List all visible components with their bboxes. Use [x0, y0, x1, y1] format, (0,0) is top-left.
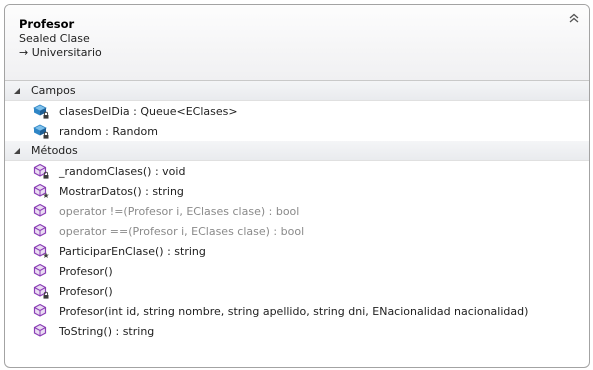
section-header-fields[interactable]: Campos	[5, 81, 589, 101]
member-label: Profesor()	[59, 284, 113, 298]
base-class: → Universitario	[19, 46, 102, 59]
member-label: ToString() : string	[59, 324, 155, 338]
list-item[interactable]: MostrarDatos() : string	[5, 181, 589, 201]
list-item[interactable]: ParticiparEnClase() : string	[5, 241, 589, 261]
list-item[interactable]: Profesor()	[5, 281, 589, 301]
list-item[interactable]: operator ==(Profesor i, EClases clase) :…	[5, 221, 589, 241]
private-field-icon	[33, 123, 49, 139]
class-name: Profesor	[19, 17, 75, 31]
member-label: _randomClases() : void	[59, 164, 186, 178]
public-method-icon	[33, 263, 49, 279]
list-item[interactable]: operator !=(Profesor i, EClases clase) :…	[5, 201, 589, 221]
list-item[interactable]: Profesor()	[5, 261, 589, 281]
public-method-icon	[33, 323, 49, 339]
public-method-icon	[33, 303, 49, 319]
collapse-triangle-icon[interactable]	[13, 147, 23, 155]
member-label: Profesor(int id, string nombre, string a…	[59, 304, 529, 318]
list-item[interactable]: _randomClases() : void	[5, 161, 589, 181]
list-item[interactable]: clasesDelDia : Queue<EClases>	[5, 101, 589, 121]
protected-method-icon	[33, 183, 49, 199]
section-label: Métodos	[31, 144, 78, 157]
section-header-methods[interactable]: Métodos	[5, 141, 589, 161]
member-label: Profesor()	[59, 264, 113, 278]
protected-method-icon	[33, 243, 49, 259]
fields-list: clasesDelDia : Queue<EClases> random : R…	[5, 101, 589, 141]
member-label: operator ==(Profesor i, EClases clase) :…	[59, 224, 305, 238]
methods-list: _randomClases() : void MostrarDatos() : …	[5, 161, 589, 341]
class-header[interactable]: Profesor Sealed Clase → Universitario	[5, 5, 589, 81]
member-label: ParticiparEnClase() : string	[59, 244, 206, 258]
member-label: MostrarDatos() : string	[59, 184, 184, 198]
collapse-triangle-icon[interactable]	[13, 87, 23, 95]
public-method-icon	[33, 223, 49, 239]
private-method-icon	[33, 283, 49, 299]
private-method-icon	[33, 163, 49, 179]
public-method-icon	[33, 203, 49, 219]
list-item[interactable]: random : Random	[5, 121, 589, 141]
member-label: operator !=(Profesor i, EClases clase) :…	[59, 204, 300, 218]
list-item[interactable]: ToString() : string	[5, 321, 589, 341]
collapse-chevron-icon[interactable]	[567, 11, 581, 25]
list-item[interactable]: Profesor(int id, string nombre, string a…	[5, 301, 589, 321]
class-diagram-shape[interactable]: Profesor Sealed Clase → Universitario Ca…	[4, 4, 590, 368]
member-label: clasesDelDia : Queue<EClases>	[59, 104, 238, 118]
class-kind: Sealed Clase	[19, 32, 90, 45]
private-field-icon	[33, 103, 49, 119]
member-label: random : Random	[59, 124, 158, 138]
section-label: Campos	[31, 84, 76, 97]
